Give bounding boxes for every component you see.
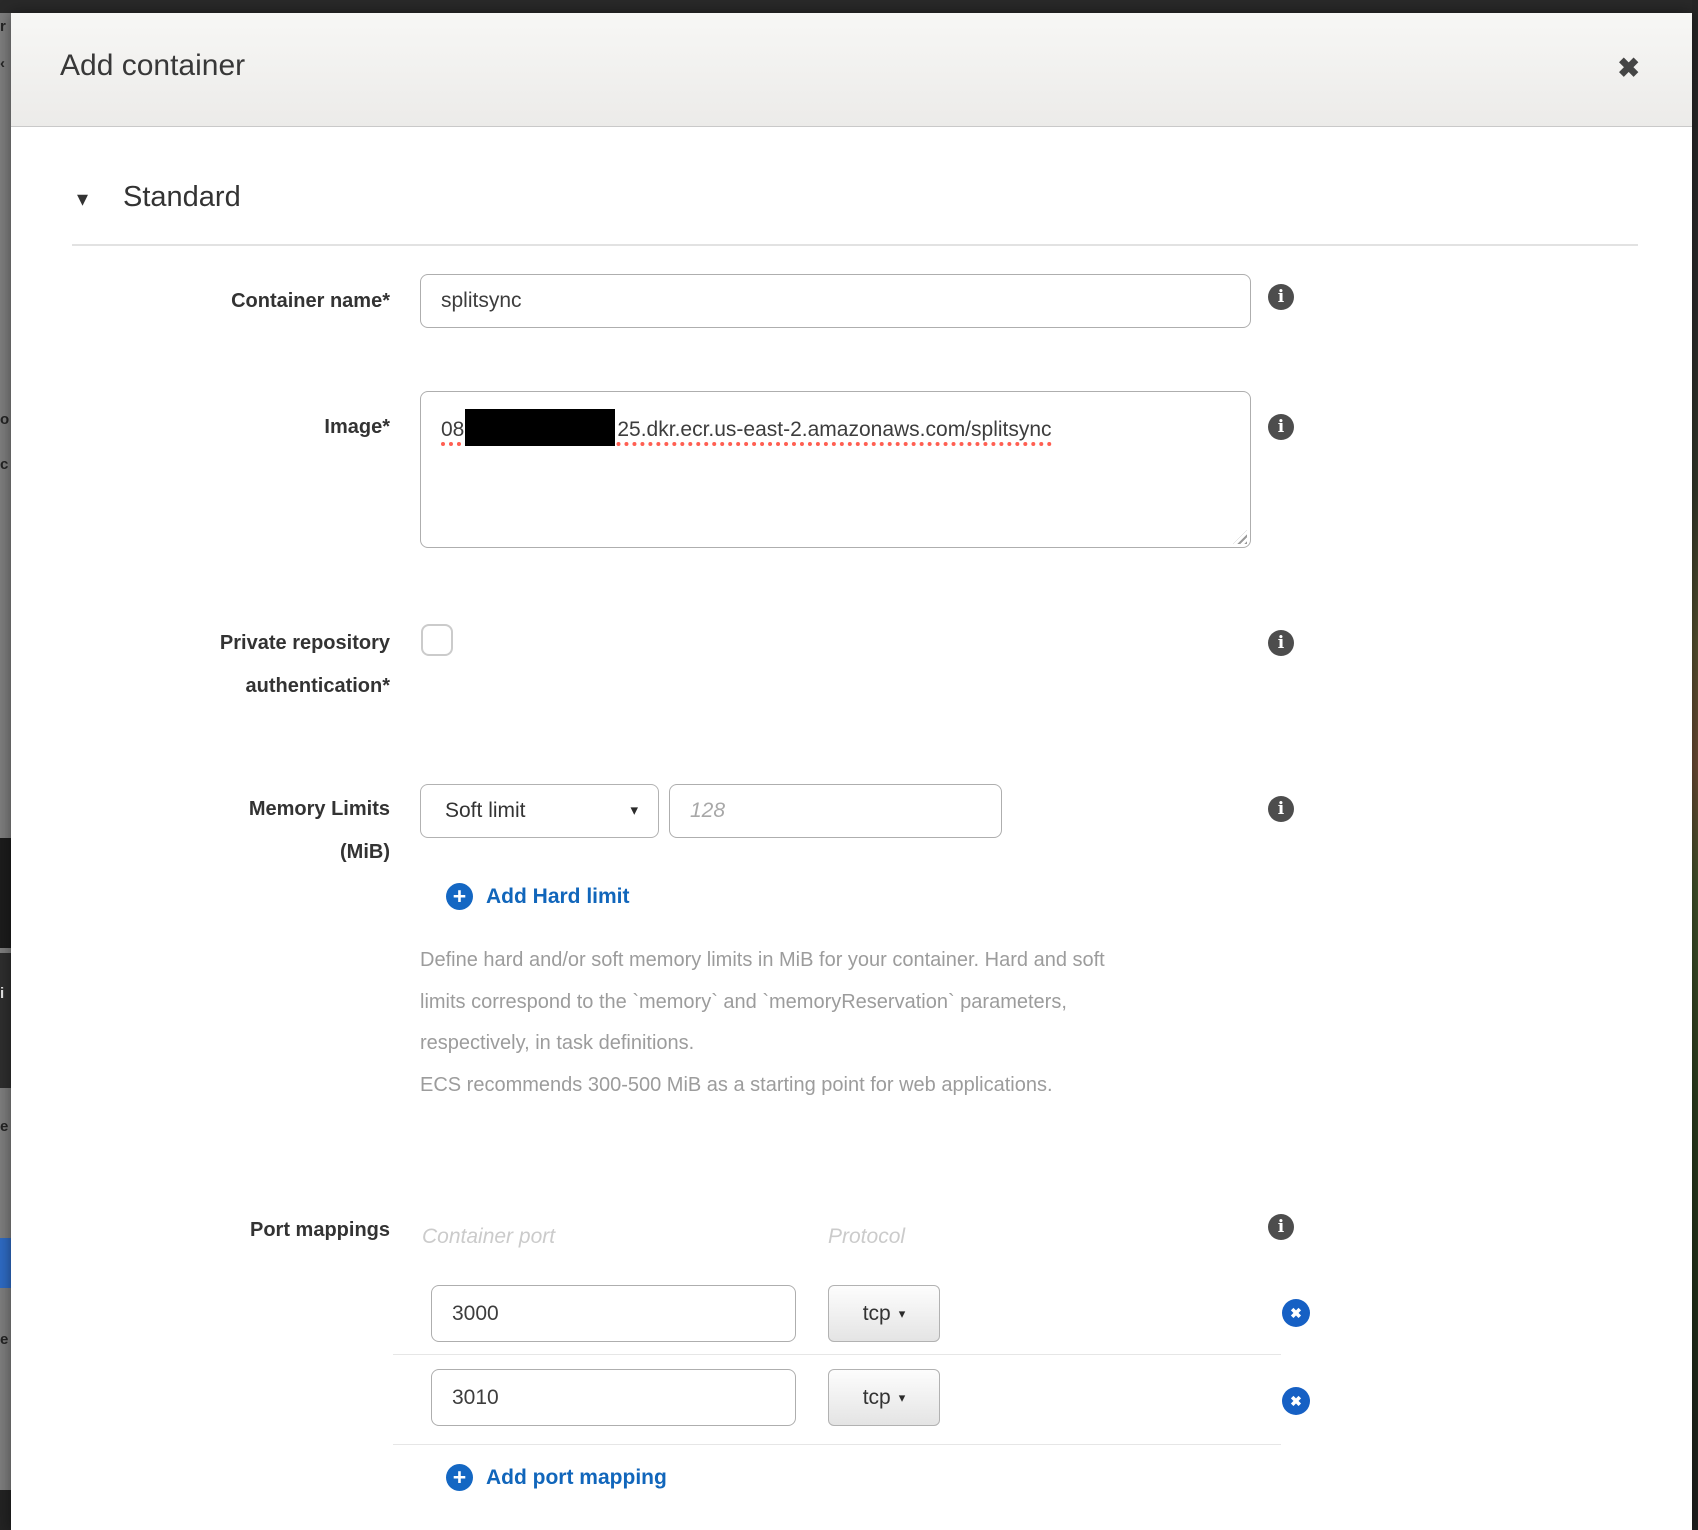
protocol-select[interactable]: tcp ▾ bbox=[828, 1369, 940, 1426]
background-text-fragment: i bbox=[0, 985, 11, 1002]
modal-body: ▾ Standard Container name* i Image* 08 25… bbox=[11, 128, 1692, 1530]
background-text-fragment: o bbox=[0, 411, 11, 428]
private-repository-label: Private repository authentication* bbox=[11, 622, 390, 708]
memory-limit-type-value: Soft limit bbox=[445, 799, 526, 822]
textarea-resize-handle[interactable] bbox=[1233, 530, 1247, 544]
image-value-prefix: 08 bbox=[441, 418, 464, 441]
redaction-box bbox=[465, 409, 615, 446]
background-page-left-sliver: r ‹ o c i e e bbox=[0, 13, 11, 1530]
add-hard-limit-label: Add Hard limit bbox=[486, 885, 630, 909]
background-image-fragment bbox=[0, 838, 11, 948]
help-line: ECS recommends 300-500 MiB as a starting… bbox=[420, 1065, 1105, 1107]
remove-port-mapping-icon[interactable]: ✖ bbox=[1282, 1387, 1310, 1415]
memory-limits-help-text: Define hard and/or soft memory limits in… bbox=[420, 940, 1105, 1106]
chevron-down-icon: ▾ bbox=[630, 785, 638, 837]
protocol-select[interactable]: tcp ▾ bbox=[828, 1285, 940, 1342]
background-text-fragment: c bbox=[0, 456, 11, 473]
close-icon[interactable]: ✖ bbox=[1617, 55, 1640, 82]
column-header-container-port: Container port bbox=[422, 1225, 555, 1249]
container-name-input[interactable] bbox=[420, 274, 1251, 328]
port-mappings-label: Port mappings bbox=[11, 1209, 390, 1252]
protocol-value: tcp bbox=[863, 1302, 891, 1325]
add-container-modal: Add container ✖ ▾ Standard Container nam… bbox=[11, 13, 1692, 1530]
info-icon[interactable]: i bbox=[1268, 796, 1294, 822]
memory-limit-type-select[interactable]: Soft limit ▾ bbox=[420, 784, 659, 838]
private-repository-label-line2: authentication* bbox=[11, 665, 390, 708]
image-label: Image* bbox=[11, 406, 390, 449]
section-divider bbox=[72, 244, 1638, 246]
remove-port-mapping-icon[interactable]: ✖ bbox=[1282, 1299, 1310, 1327]
info-icon[interactable]: i bbox=[1268, 630, 1294, 656]
info-icon[interactable]: i bbox=[1268, 284, 1294, 310]
background-image-fragment bbox=[0, 1490, 11, 1530]
memory-limit-value-input[interactable] bbox=[669, 784, 1002, 838]
memory-limits-label-line2: (MiB) bbox=[11, 831, 390, 874]
plus-icon: + bbox=[446, 883, 473, 910]
private-repository-checkbox[interactable] bbox=[421, 624, 453, 656]
screen: r ‹ o c i e e Add container ✖ ▾ Standard… bbox=[0, 0, 1698, 1530]
protocol-value: tcp bbox=[863, 1386, 891, 1409]
help-line: respectively, in task definitions. bbox=[420, 1023, 1105, 1065]
help-line: Define hard and/or soft memory limits in… bbox=[420, 940, 1105, 982]
chevron-down-icon: ▾ bbox=[899, 1306, 906, 1321]
memory-limits-label-line1: Memory Limits bbox=[11, 788, 390, 831]
memory-limits-label: Memory Limits (MiB) bbox=[11, 788, 390, 874]
modal-title: Add container bbox=[60, 49, 245, 83]
column-header-protocol: Protocol bbox=[828, 1225, 905, 1249]
image-value-suffix: 25.dkr.ecr.us-east-2.amazonaws.com/split… bbox=[617, 418, 1051, 441]
add-hard-limit-button[interactable]: + Add Hard limit bbox=[446, 883, 630, 910]
section-collapse-caret-icon[interactable]: ▾ bbox=[77, 186, 88, 212]
background-text-fragment: e bbox=[0, 1118, 11, 1135]
info-icon[interactable]: i bbox=[1268, 414, 1294, 440]
background-text-fragment: e bbox=[0, 1331, 11, 1348]
image-field[interactable]: 08 25.dkr.ecr.us-east-2.amazonaws.com/spl… bbox=[420, 391, 1251, 548]
background-image-fragment bbox=[0, 953, 11, 1088]
background-page-top-sliver bbox=[0, 0, 1698, 13]
chevron-down-icon: ▾ bbox=[899, 1390, 906, 1405]
row-divider bbox=[393, 1354, 1281, 1355]
modal-header: Add container ✖ bbox=[11, 13, 1692, 127]
background-button-fragment bbox=[0, 1238, 11, 1288]
private-repository-label-line1: Private repository bbox=[11, 622, 390, 665]
background-text-fragment: ‹ bbox=[0, 55, 11, 72]
row-divider bbox=[393, 1444, 1281, 1445]
container-name-label: Container name* bbox=[11, 280, 390, 323]
container-port-input[interactable] bbox=[431, 1285, 796, 1342]
plus-icon: + bbox=[446, 1464, 473, 1491]
background-page-right-sliver bbox=[1692, 0, 1698, 1530]
help-line: limits correspond to the `memory` and `m… bbox=[420, 982, 1105, 1024]
add-port-mapping-label: Add port mapping bbox=[486, 1466, 667, 1490]
add-port-mapping-button[interactable]: + Add port mapping bbox=[446, 1464, 667, 1491]
background-text-fragment: r bbox=[0, 18, 11, 35]
image-value: 08 25.dkr.ecr.us-east-2.amazonaws.com/spl… bbox=[441, 418, 1052, 446]
section-title-standard[interactable]: Standard bbox=[123, 181, 241, 214]
container-port-input[interactable] bbox=[431, 1369, 796, 1426]
info-icon[interactable]: i bbox=[1268, 1214, 1294, 1240]
